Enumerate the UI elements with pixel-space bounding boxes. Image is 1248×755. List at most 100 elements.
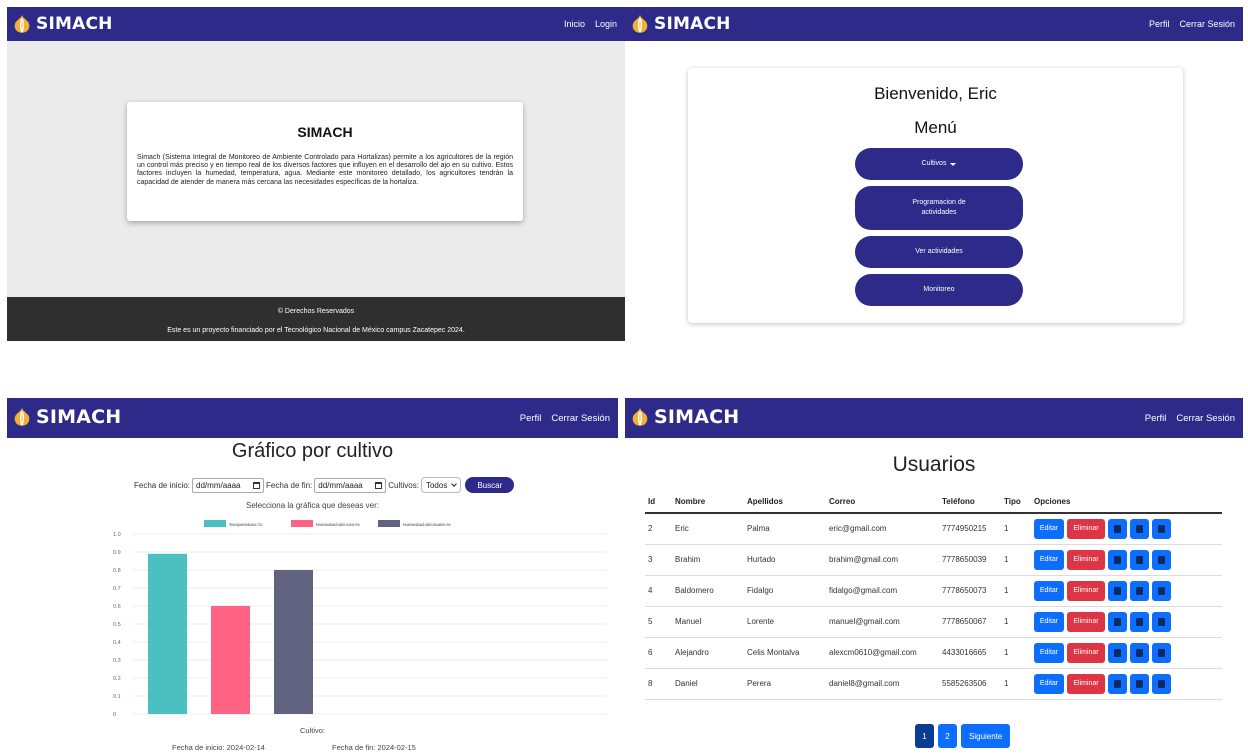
y-tick-label: 0.7 — [113, 586, 121, 592]
cell-telefono: 7778650073 — [934, 575, 996, 607]
brand-logo[interactable]: SIMACH — [11, 405, 121, 429]
delete-button[interactable]: Eliminar — [1067, 518, 1105, 539]
nav-perfil-link[interactable]: Perfil — [520, 413, 542, 424]
nav-logout-link[interactable]: Cerrar Sesión — [1176, 413, 1235, 424]
trash-icon — [1114, 617, 1121, 626]
image-icon — [1136, 679, 1143, 688]
delete-button[interactable]: Eliminar — [1067, 549, 1105, 570]
nav-logout-link[interactable]: Cerrar Sesión — [551, 413, 610, 424]
image-icon — [1136, 617, 1143, 626]
trash-action-button[interactable] — [1108, 642, 1127, 663]
legend-label: Humedad del Aire % — [316, 522, 360, 528]
end-date-label: Fecha de fin: — [266, 480, 313, 490]
y-tick-label: 0.9 — [113, 550, 121, 556]
cell-correo: daniel8@gmail.com — [821, 668, 934, 700]
crop-select[interactable]: Todos — [420, 477, 462, 493]
cell-nombre: Baldomero — [667, 575, 739, 607]
cell-nombre: Manuel — [667, 606, 739, 638]
delete-button[interactable]: Eliminar — [1067, 611, 1105, 632]
trash-icon — [1114, 648, 1121, 657]
menu-screen: SIMACH Perfil Cerrar Sesión Bienvenido, … — [625, 7, 1243, 341]
calendar-icon[interactable] — [375, 481, 383, 489]
grid-action-button[interactable] — [1152, 611, 1171, 632]
grid-action-button[interactable] — [1152, 518, 1171, 539]
edit-button[interactable]: Editar — [1034, 549, 1064, 570]
brand-logo[interactable]: SIMACH — [11, 12, 113, 36]
nav-login-link[interactable]: Login — [595, 19, 617, 29]
filter-bar: Fecha de inicio: dd/mm/aaaa Fecha de fin… — [134, 476, 515, 494]
grid-action-button[interactable] — [1152, 673, 1171, 694]
nav-logout-link[interactable]: Cerrar Sesión — [1179, 19, 1235, 29]
edit-button[interactable]: Editar — [1034, 642, 1064, 663]
grid-action-button[interactable] — [1152, 642, 1171, 663]
edit-button[interactable]: Editar — [1034, 518, 1064, 539]
about-text: Simach (Sistema Integral de Monitoreo de… — [137, 154, 513, 186]
grid-action-button[interactable] — [1152, 580, 1171, 601]
next-page-button[interactable]: Siguiente — [961, 724, 1011, 748]
image-action-button[interactable] — [1130, 611, 1149, 632]
trash-action-button[interactable] — [1108, 549, 1127, 570]
chevron-down-icon — [451, 481, 458, 487]
monitoreo-button[interactable]: Monitoreo — [855, 274, 1023, 306]
legend-swatch — [378, 520, 400, 527]
about-card: SIMACH Simach (Sistema Integral de Monit… — [127, 102, 523, 221]
ver-actividades-button[interactable]: Ver actividades — [855, 236, 1023, 268]
edit-button[interactable]: Editar — [1034, 611, 1064, 632]
calendar-icon[interactable] — [253, 481, 261, 489]
delete-button[interactable]: Eliminar — [1067, 580, 1105, 601]
col-telefono: Teléfono — [934, 491, 996, 514]
cell-telefono: 7778650067 — [934, 606, 996, 638]
brand-name: SIMACH — [36, 14, 113, 34]
users-screen: SIMACH Perfil Cerrar Sesión Usuarios Id … — [625, 398, 1243, 755]
chart-screen: SIMACH Perfil Cerrar Sesión Gráfico por … — [7, 398, 618, 755]
trash-action-button[interactable] — [1108, 580, 1127, 601]
brand-logo[interactable]: SIMACH — [629, 12, 731, 36]
cell-correo: eric@gmail.com — [821, 513, 934, 545]
grid-action-button[interactable] — [1152, 549, 1171, 570]
nav-inicio-link[interactable]: Inicio — [564, 19, 585, 29]
edit-button[interactable]: Editar — [1034, 580, 1064, 601]
image-action-button[interactable] — [1130, 518, 1149, 539]
nav-perfil-link[interactable]: Perfil — [1149, 19, 1170, 29]
cell-apellidos: Celis Montalva — [739, 637, 821, 669]
cell-opciones: Editar Eliminar — [1026, 575, 1222, 607]
nav-perfil-link[interactable]: Perfil — [1145, 413, 1167, 424]
start-date-input[interactable]: dd/mm/aaaa — [192, 477, 265, 493]
y-tick-label: 0.4 — [113, 640, 121, 646]
programacion-button[interactable]: Programacion de actividades — [855, 186, 1023, 230]
cell-correo: manuel@gmail.com — [821, 606, 934, 638]
cell-apellidos: Hurtado — [739, 544, 821, 576]
end-date-caption: Fecha de fin: 2024-02-15 — [332, 743, 416, 752]
brand-logo[interactable]: SIMACH — [629, 405, 739, 429]
image-action-button[interactable] — [1130, 549, 1149, 570]
col-id: Id — [645, 491, 667, 514]
image-action-button[interactable] — [1130, 642, 1149, 663]
image-action-button[interactable] — [1130, 673, 1149, 694]
page-1-button[interactable]: 1 — [915, 724, 934, 748]
edit-button[interactable]: Editar — [1034, 673, 1064, 694]
bar — [148, 553, 187, 714]
table-row: 4 Baldomero Fidalgo fidalgo@gmail.com 777865… — [645, 575, 1222, 607]
cultivos-dropdown-button[interactable]: Cultivos — [855, 148, 1023, 180]
search-button[interactable]: Buscar — [465, 477, 515, 493]
grid-icon — [1158, 524, 1165, 533]
image-action-button[interactable] — [1130, 580, 1149, 601]
cell-tipo: 1 — [996, 668, 1026, 700]
page-2-button[interactable]: 2 — [938, 724, 957, 748]
trash-action-button[interactable] — [1108, 518, 1127, 539]
delete-button[interactable]: Eliminar — [1067, 673, 1105, 694]
garlic-logo-icon — [14, 14, 30, 33]
trash-action-button[interactable] — [1108, 611, 1127, 632]
cell-telefono: 7774950215 — [934, 513, 996, 545]
grid-icon — [1158, 648, 1165, 657]
menu-heading: Menú — [914, 118, 957, 137]
cell-id: 4 — [645, 575, 667, 607]
table-row: 8 Daniel Perera daniel8@gmail.com 5585263506… — [645, 668, 1222, 700]
bar-chart: 0 0.1 0.2 0.3 0.4 0.5 0.6 0.7 0.8 0.9 1.0 Temperatu… — [113, 520, 607, 718]
cell-correo: brahim@gmail.com — [821, 544, 934, 576]
cell-id: 6 — [645, 637, 667, 669]
footer-copyright: © Derechos Reservados — [277, 308, 355, 315]
delete-button[interactable]: Eliminar — [1067, 642, 1105, 663]
end-date-input[interactable]: dd/mm/aaaa — [314, 477, 387, 493]
trash-action-button[interactable] — [1108, 673, 1127, 694]
